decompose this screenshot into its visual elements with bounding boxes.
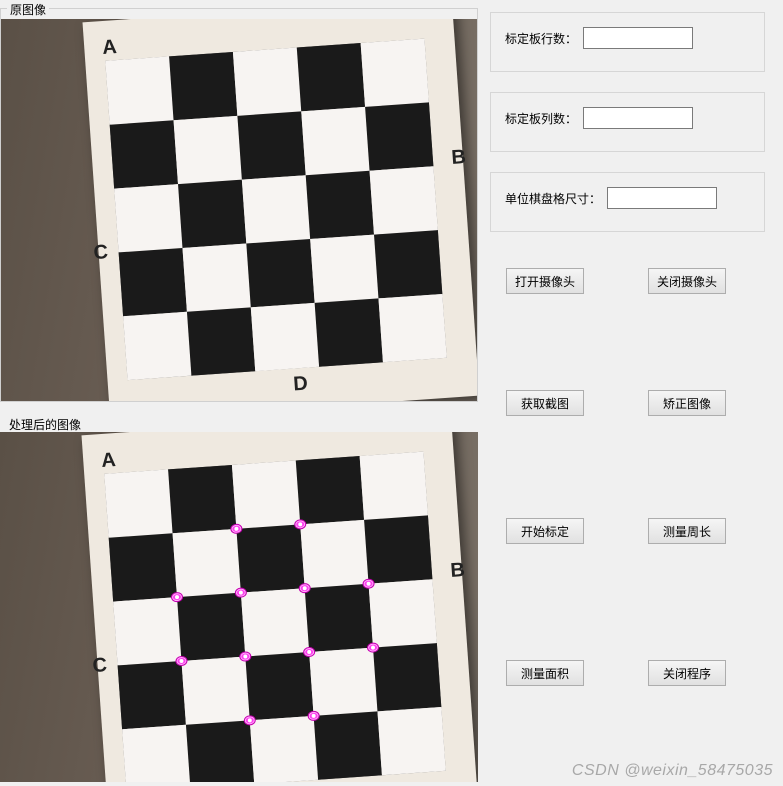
rectify-button[interactable]: 矫正图像 bbox=[648, 390, 726, 416]
board-label-c: C bbox=[92, 654, 108, 678]
cellsize-input[interactable] bbox=[607, 187, 717, 209]
start-calibration-button[interactable]: 开始标定 bbox=[506, 518, 584, 544]
board-label-b: B bbox=[450, 559, 466, 583]
original-image-panel: 原图像 A B C D bbox=[0, 8, 478, 402]
measure-perimeter-button[interactable]: 测量周长 bbox=[648, 518, 726, 544]
close-app-button[interactable]: 关闭程序 bbox=[648, 660, 726, 686]
processed-image-panel: 处理后的图像 A B C D bbox=[0, 422, 478, 782]
measure-area-button[interactable]: 测量面积 bbox=[506, 660, 584, 686]
rows-label: 标定板行数： bbox=[505, 30, 577, 47]
rows-input[interactable] bbox=[583, 27, 693, 49]
cols-label: 标定板列数： bbox=[505, 110, 577, 127]
controls-region: 标定板行数： 标定板列数： 单位棋盘格尺寸： 打开摄像头 关闭摄像头 获取截图 … bbox=[490, 0, 783, 786]
watermark-text: CSDN @weixin_58475035 bbox=[572, 762, 773, 780]
cellsize-label: 单位棋盘格尺寸： bbox=[505, 190, 601, 207]
board-label-a: A bbox=[101, 449, 117, 473]
cols-group: 标定板列数： bbox=[490, 92, 765, 152]
board-label-c: C bbox=[93, 241, 109, 265]
close-camera-button[interactable]: 关闭摄像头 bbox=[648, 268, 726, 294]
checkerboard-detected bbox=[104, 452, 446, 782]
processed-image-view: A B C D bbox=[0, 432, 478, 782]
original-image-label: 原图像 bbox=[7, 1, 49, 18]
board-label-d: D bbox=[293, 373, 309, 397]
cellsize-group: 单位棋盘格尺寸： bbox=[490, 172, 765, 232]
checkerboard bbox=[105, 39, 447, 381]
board-label-b: B bbox=[451, 146, 467, 170]
cols-input[interactable] bbox=[583, 107, 693, 129]
rows-group: 标定板行数： bbox=[490, 12, 765, 72]
original-image-view: A B C D bbox=[1, 19, 477, 401]
capture-button[interactable]: 获取截图 bbox=[506, 390, 584, 416]
processed-image-label: 处理后的图像 bbox=[6, 416, 84, 433]
open-camera-button[interactable]: 打开摄像头 bbox=[506, 268, 584, 294]
board-label-a: A bbox=[102, 36, 118, 60]
